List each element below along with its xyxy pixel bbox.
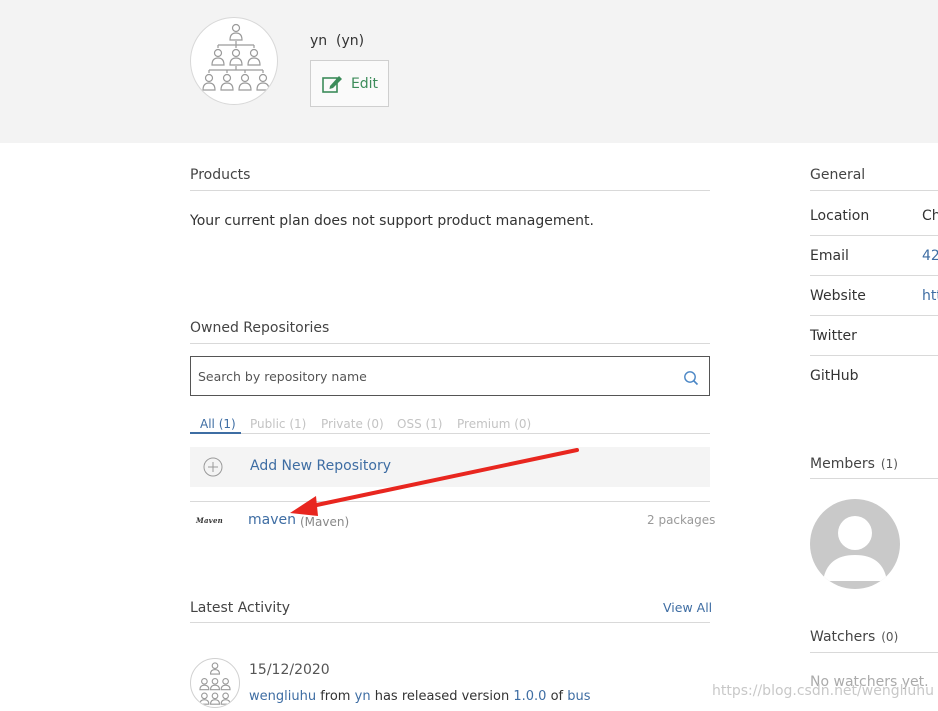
repository-link-maven[interactable]: maven	[248, 512, 296, 528]
edit-icon	[322, 75, 342, 93]
field-label-twitter: Twitter	[810, 328, 857, 344]
general-title: General	[810, 167, 866, 183]
activity-org-link[interactable]: yn	[355, 689, 371, 704]
org-hierarchy-icon	[199, 662, 231, 705]
tab-premium[interactable]: Premium (0)	[457, 417, 531, 431]
field-value-location: Ch	[922, 208, 938, 224]
activity-divider	[190, 622, 710, 623]
edit-button[interactable]: Edit	[310, 60, 389, 107]
field-label-location: Location	[810, 208, 870, 224]
activity-version-link[interactable]: 1.0.0	[513, 689, 546, 704]
field-label-github: GitHub	[810, 368, 859, 384]
members-title: Members (1)	[810, 456, 898, 472]
search-icon[interactable]	[683, 370, 699, 386]
activity-of-text: of	[550, 689, 564, 704]
tabs-divider	[190, 433, 710, 434]
watchers-title: Watchers (0)	[810, 629, 898, 645]
activity-date: 15/12/2020	[249, 662, 330, 678]
repositories-title: Owned Repositories	[190, 320, 330, 336]
maven-logo: Maven	[196, 516, 223, 525]
field-value-website[interactable]: htt	[922, 288, 938, 304]
field-label-email: Email	[810, 248, 849, 264]
profile-header	[0, 0, 938, 143]
org-avatar	[190, 17, 278, 105]
watchers-divider	[810, 652, 938, 653]
user-placeholder-icon	[823, 516, 887, 581]
repositories-divider	[190, 343, 710, 344]
field-value-email[interactable]: 42	[922, 248, 938, 264]
general-divider	[810, 190, 938, 191]
products-divider	[190, 190, 710, 191]
view-all-link[interactable]: View All	[663, 600, 712, 615]
field-divider	[810, 355, 938, 356]
member-avatar[interactable]	[810, 499, 900, 589]
repository-search-input[interactable]	[198, 357, 668, 395]
members-count: (1)	[880, 457, 898, 471]
repository-search-box[interactable]	[190, 356, 710, 396]
activity-user-link[interactable]: wengliuhu	[249, 689, 316, 704]
active-tab-indicator	[190, 432, 241, 434]
activity-package-link[interactable]: bus	[567, 689, 590, 704]
products-title: Products	[190, 167, 251, 183]
products-message: Your current plan does not support produ…	[190, 213, 594, 229]
tab-private[interactable]: Private (0)	[321, 417, 384, 431]
watchers-count: (0)	[881, 630, 899, 644]
watchers-label: Watchers	[810, 629, 876, 645]
activity-avatar	[190, 658, 240, 708]
org-name: yn (yn)	[310, 33, 365, 49]
repo-list-divider	[190, 501, 710, 502]
tab-all[interactable]: All (1)	[200, 417, 236, 431]
add-repository-button[interactable]: Add New Repository	[250, 458, 391, 474]
field-divider	[810, 315, 938, 316]
members-label: Members	[810, 456, 875, 472]
add-circle-icon[interactable]	[203, 457, 223, 477]
watermark-text: https://blog.csdn.net/wengliuhu	[712, 683, 934, 699]
activity-description: wengliuhu from yn has released version 1…	[249, 689, 591, 704]
activity-title: Latest Activity	[190, 600, 291, 616]
repository-type: (Maven)	[300, 515, 350, 529]
tab-public[interactable]: Public (1)	[250, 417, 306, 431]
org-hierarchy-icon	[202, 23, 270, 91]
repository-package-count: 2 packages	[647, 513, 716, 527]
field-label-website: Website	[810, 288, 866, 304]
add-repository-row[interactable]: Add New Repository	[190, 447, 710, 487]
activity-released-text: has released version	[374, 689, 510, 704]
activity-from-text: from	[320, 689, 351, 704]
field-divider	[810, 275, 938, 276]
tab-oss[interactable]: OSS (1)	[397, 417, 443, 431]
field-divider	[810, 235, 938, 236]
members-divider	[810, 478, 938, 479]
edit-label: Edit	[350, 75, 379, 92]
